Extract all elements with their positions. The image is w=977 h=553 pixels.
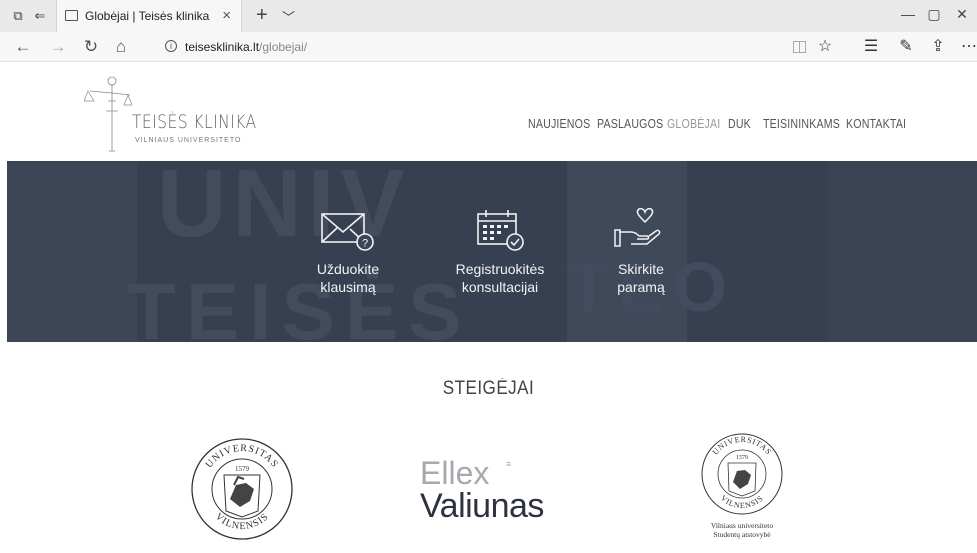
justice-figure-icon [84, 76, 132, 152]
seal2-year: 1579 [736, 455, 748, 461]
student-representation-seal-logo[interactable]: UNIVERSITAS VILNENSIS 1579 [700, 432, 784, 522]
seal2-caption-line2: Studentų atstovybė [713, 530, 771, 539]
restore-icon[interactable]: ▢ [924, 6, 944, 23]
hero-label-line1: Skirkite [618, 261, 664, 277]
ellex-valiunas-logo[interactable]: Ellex ≡ Valiunas [420, 455, 580, 525]
hero-label-line1: Registruokitės [455, 261, 545, 277]
menu-item-naujienos[interactable]: NAUJIENOS [528, 117, 590, 131]
hero-label-line1: Užduokite [316, 261, 380, 277]
url-input[interactable]: i teisesklinika.lt/globejai/ [155, 36, 805, 58]
favorites-hub-icon[interactable]: ☰ [860, 36, 882, 58]
share-icon[interactable]: ⇪ [927, 36, 949, 58]
hero-item-donate[interactable]: Skirkite paramą [566, 208, 716, 296]
hand-heart-icon [614, 208, 661, 247]
vilnius-university-seal-logo[interactable]: UNIVERSITAS VILNENSIS 1579 [190, 437, 294, 541]
menu-item-globejai[interactable]: GLOBĖJAI [667, 117, 720, 131]
seal1-year: 1579 [235, 465, 250, 473]
svg-text:?: ? [362, 238, 368, 250]
main-menu: NAUJIENOS PASLAUGOS GLOBĖJAI DUK TEISINI… [0, 117, 977, 133]
hero-item-register[interactable]: Registruokitės konsultacijai [425, 208, 575, 296]
hero-label-line2: klausimą [320, 279, 376, 295]
site-header: TEISĖS KLINIKA VILNIAUS UNIVERSITETO NAU… [0, 63, 977, 161]
hero-item-ask-question[interactable]: ? Užduokite klausimą [273, 208, 423, 296]
logo-subtitle: VILNIAUS UNIVERSITETO [135, 137, 242, 144]
menu-item-paslaugos[interactable]: PASLAUGOS [597, 117, 663, 131]
menu-item-duk[interactable]: DUK [728, 117, 751, 131]
calendar-check-icon [477, 210, 524, 251]
minimize-icon[interactable]: — [898, 6, 918, 22]
new-tab-icon[interactable]: + [256, 4, 268, 27]
forward-icon[interactable]: → [47, 36, 69, 58]
founders-title: STEIGĖJAI [442, 378, 535, 399]
refresh-icon[interactable]: ↻ [80, 36, 102, 58]
hero-label-line2: konsultacijai [461, 279, 539, 295]
set-aside-tabs-icon[interactable]: ⇐ [32, 8, 48, 24]
page-favicon-icon [65, 10, 78, 21]
reading-view-icon[interactable] [793, 41, 806, 53]
more-options-icon[interactable]: ⋯ [958, 36, 977, 58]
browser-address-bar: ← → ↻ ⌂ i teisesklinika.lt/globejai/ ☆ ☰… [0, 32, 977, 62]
seal2-caption-line1: Vilniaus universiteto [710, 521, 774, 530]
tab-list-chevron-icon[interactable]: ﹀ [282, 7, 295, 26]
site-logo[interactable]: TEISĖS KLINIKA VILNIAUS UNIVERSITETO [84, 71, 256, 157]
tab-close-icon[interactable]: × [222, 7, 231, 24]
ellex-bottom-text: Valiunas [420, 487, 544, 525]
hero-banner: UNIV TEISĖS TEO ? Užduokite klausimą Reg… [7, 161, 977, 342]
url-text: teisesklinika.lt/globejai/ [185, 40, 307, 54]
envelope-question-icon: ? [321, 213, 374, 251]
site-info-icon[interactable]: i [165, 40, 177, 52]
menu-item-teisininkams[interactable]: TEISININKAMS [763, 117, 840, 131]
hero-label-line2: paramą [617, 279, 665, 295]
ellex-mark-icon: ≡ [506, 459, 512, 469]
url-host: teisesklinika.lt [185, 40, 260, 54]
url-path: /globejai/ [259, 40, 308, 54]
browser-tab-bar: ⧉ ⇐ Globėjai | Teisės klinika × + ﹀ — ▢ … [0, 0, 977, 32]
tab-actions-icon[interactable]: ⧉ [10, 8, 26, 24]
tab-title: Globėjai | Teisės klinika [85, 9, 210, 23]
menu-item-kontaktai[interactable]: KONTAKTAI [846, 117, 906, 131]
favorite-star-icon[interactable]: ☆ [814, 36, 836, 58]
pen-notes-icon[interactable]: ✎ [895, 36, 917, 58]
close-window-icon[interactable]: ✕ [952, 6, 972, 23]
back-icon[interactable]: ← [12, 36, 34, 58]
seal2-caption: Vilniaus universiteto Studentų atstovybė [692, 521, 792, 539]
home-icon[interactable]: ⌂ [110, 36, 132, 58]
browser-tab-active[interactable]: Globėjai | Teisės klinika × [56, 0, 242, 32]
